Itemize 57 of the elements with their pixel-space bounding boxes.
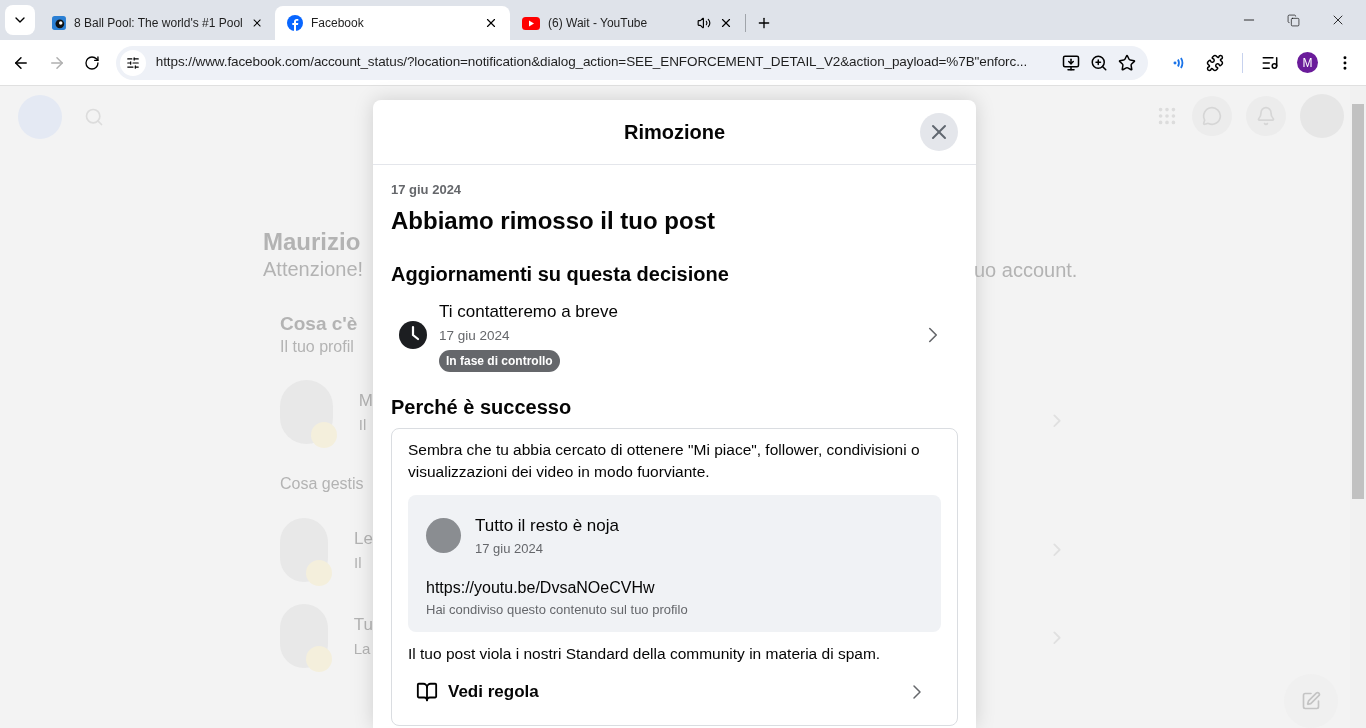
new-tab-icon[interactable] — [756, 15, 772, 31]
removal-date: 17 giu 2024 — [391, 181, 463, 199]
game-favicon-icon — [52, 15, 66, 31]
tab-title: Facebook — [311, 15, 365, 32]
close-tab-icon[interactable] — [719, 16, 733, 30]
profile-avatar[interactable]: M — [1297, 52, 1319, 73]
browser-tab[interactable]: 8 Ball Pool: The world's #1 Pool — [40, 6, 275, 40]
violation-text: Il tuo post viola i nostri Standard della community in materia di spam. — [408, 643, 882, 664]
browser-tab[interactable]: (6) Wait - YouTube — [510, 6, 745, 40]
rule-link: Vedi regola — [448, 681, 540, 703]
dialog-title: Rimozione — [623, 120, 726, 145]
item-subtitle: Il — [358, 414, 368, 435]
browser-tab[interactable]: Facebook — [275, 6, 510, 40]
facebook-logo-icon — [287, 15, 303, 31]
profile-name: Maurizio — [263, 228, 362, 256]
section-heading: Cosa gestis — [280, 474, 365, 494]
url-text: https://www.facebook.com/account_status/?location=notification&dialog_action=SEE_ENFORCEMENT_DETAIL_V2&action_payload=%7B"enforc... — [155, 53, 1029, 72]
post-author: Tutto il resto è noja — [475, 515, 619, 538]
zoom-icon[interactable] — [1090, 53, 1109, 72]
install-icon[interactable] — [1062, 53, 1081, 72]
close-button[interactable] — [920, 113, 958, 151]
tab-title: 8 Ball Pool: The world's #1 Pool — [73, 15, 243, 32]
section-subtitle: Il tuo profil — [280, 337, 355, 357]
item-title: Tu — [353, 614, 373, 636]
author-avatar — [426, 518, 461, 554]
address-bar[interactable]: https://www.facebook.com/account_status/?location=notification&dialog_action=SEE_ENFORCEMENT_DETAIL_V2&action_payload=%7B"enforc... — [115, 45, 1149, 80]
item-subtitle: La — [353, 638, 372, 659]
book-icon — [416, 680, 438, 703]
explanation-text: Sembra che tu abbia cercato di ottenere "Mi piace", follower, condivisioni o visualizzazioni dei video in modo fuorviante. — [408, 440, 921, 483]
close-tab-icon[interactable] — [484, 16, 498, 30]
speaker-icon[interactable] — [697, 16, 711, 30]
why-heading: Perché è successo — [391, 395, 573, 421]
updates-heading: Aggiornamenti su questa decisione — [391, 261, 730, 287]
warning-text: uo account. — [974, 257, 1079, 283]
status-badge: In fase di controllo — [439, 350, 560, 373]
bookmark-star-icon[interactable] — [1118, 53, 1137, 72]
compose-icon — [1301, 691, 1321, 711]
update-title: Ti contatteremo a breve — [439, 300, 619, 323]
update-row[interactable]: Ti contatteremo a breve 17 giu 2024 In fase di controllo — [391, 298, 958, 373]
section-heading: Cosa c'è — [280, 312, 359, 336]
extensions-icon[interactable] — [1206, 53, 1225, 72]
item-title: M — [358, 390, 373, 412]
post-date: 17 giu 2024 — [475, 539, 544, 558]
warning-text: Attenzione! — [263, 257, 365, 282]
youtube-logo-icon — [522, 16, 540, 30]
update-date: 17 giu 2024 — [439, 327, 511, 345]
post-note: Hai condiviso questo contenuto sul tuo profilo — [426, 601, 689, 620]
rule-link-row[interactable]: Vedi regola — [408, 679, 941, 705]
reload-icon[interactable] — [83, 54, 100, 71]
clock-icon — [399, 321, 427, 350]
item-title: Le — [354, 528, 373, 550]
removal-heading: Abbiamo rimosso il tuo post — [391, 205, 716, 236]
tab-title: (6) Wait - YouTube — [548, 15, 649, 32]
tab-search-button[interactable] — [5, 5, 35, 35]
site-settings-icon[interactable] — [125, 55, 140, 70]
post-link[interactable]: https://youtu.be/DvsaNOeCVHw — [426, 576, 923, 601]
restore-icon[interactable] — [1287, 13, 1300, 27]
